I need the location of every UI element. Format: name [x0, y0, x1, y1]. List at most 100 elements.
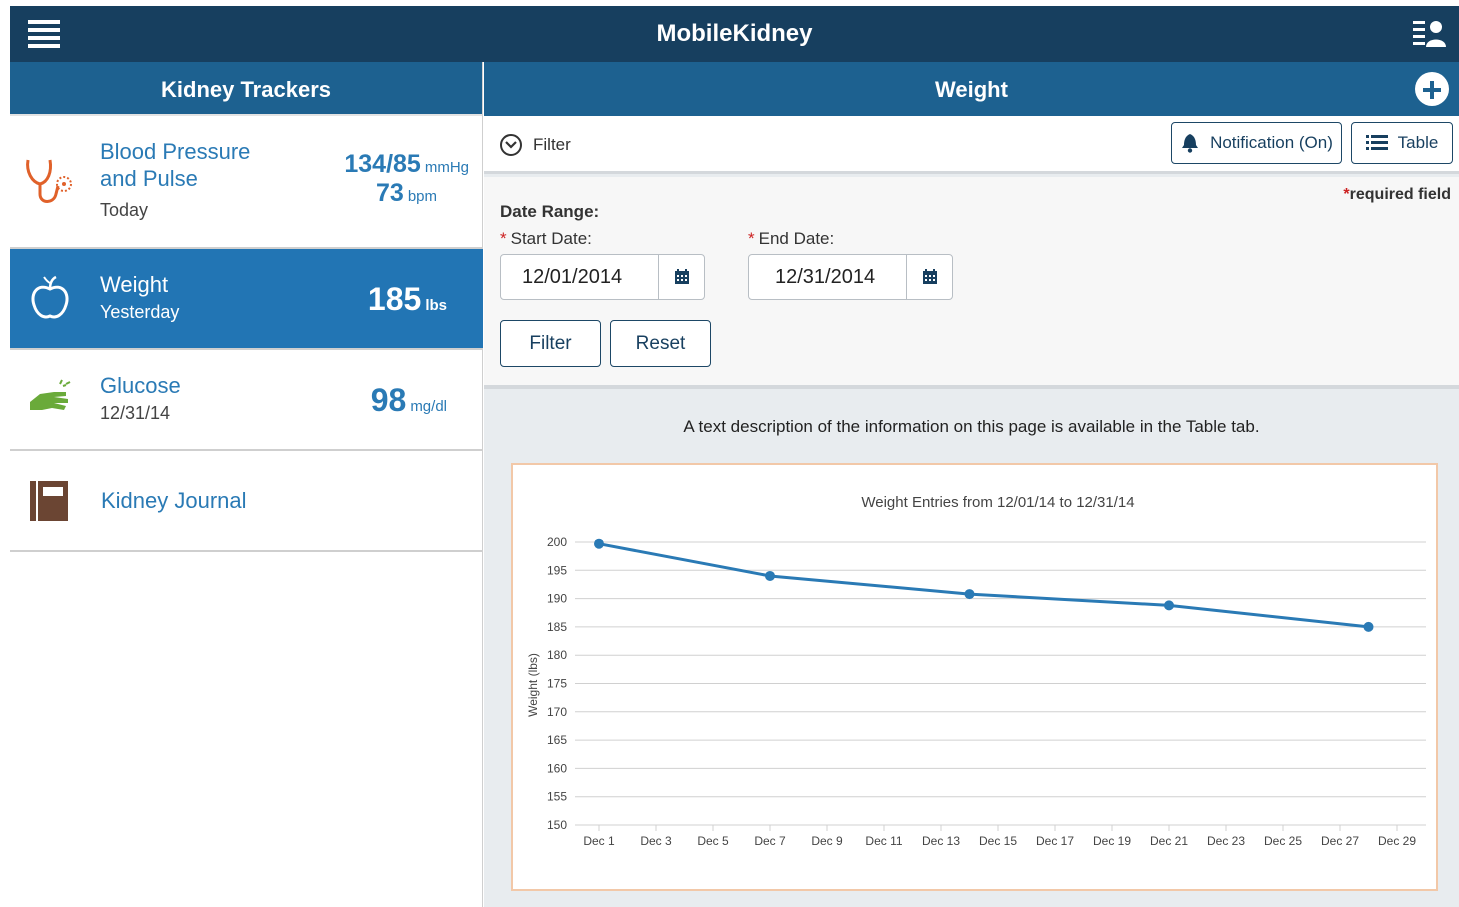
x-tick-label: Dec 15 [979, 834, 1017, 848]
x-tick-label: Dec 3 [640, 834, 672, 848]
x-tick-label: Dec 27 [1321, 834, 1359, 848]
end-date-label-text: End Date: [758, 229, 835, 248]
filter-bar: Filter Notification (On) Table [484, 116, 1459, 174]
y-tick-label: 160 [547, 761, 567, 775]
glucose-value: 98 [370, 382, 407, 418]
apple-icon [24, 273, 80, 329]
filter-button[interactable]: Filter [500, 320, 601, 367]
notification-button[interactable]: Notification (On) [1171, 122, 1342, 164]
end-date-label: * End Date: [748, 229, 834, 249]
tracker-weight[interactable]: Weight Yesterday 185 lbs [10, 249, 483, 350]
data-point [594, 538, 604, 549]
weight-chart: Weight Entries from 12/01/14 to 12/31/14… [511, 463, 1438, 891]
list-icon [1365, 135, 1388, 150]
tracker-value-bp: 134/85 mmHg [344, 150, 469, 179]
app-root: MobileKidney Kidney Trackers Blood Press… [0, 0, 1459, 907]
x-tick-label: Dec 21 [1150, 834, 1188, 848]
bell-icon [1182, 134, 1199, 153]
tracker-glucose[interactable]: Glucose 12/31/14 98 mg/dl [10, 350, 483, 451]
bp-unit: mmHg [424, 159, 469, 176]
weight-chart-svg: Weight Entries from 12/01/14 to 12/31/14… [526, 494, 1426, 848]
chevron-down-icon [500, 134, 522, 156]
y-tick-label: 170 [547, 705, 567, 719]
app-title: MobileKidney [656, 20, 813, 47]
glucose-hand-icon [24, 372, 80, 428]
add-entry-button[interactable] [1415, 72, 1449, 106]
x-tick-label: Dec 1 [583, 834, 615, 848]
y-axis-label: Weight (lbs) [526, 653, 540, 717]
start-date-field [500, 254, 705, 300]
x-tick-label: Dec 9 [811, 834, 843, 848]
required-field-note: *required field [1343, 186, 1451, 204]
table-label: Table [1397, 133, 1439, 152]
tracker-value-pulse: 73 bpm [376, 179, 437, 208]
reset-button[interactable]: Reset [610, 320, 711, 367]
chart-title: Weight Entries from 12/01/14 to 12/31/14 [861, 494, 1134, 511]
y-tick-label: 155 [547, 790, 567, 804]
main-header: Weight [484, 62, 1459, 116]
weight-series-line [598, 542, 1369, 629]
y-tick-label: 180 [547, 648, 567, 662]
page-title: Weight [935, 77, 1008, 102]
journal-book-icon [28, 477, 84, 533]
x-tick-label: Dec 29 [1378, 834, 1416, 848]
tracker-name-glucose: Glucose [100, 373, 181, 398]
tracker-name-bp-line2: and Pulse [100, 166, 198, 191]
end-date-field [748, 254, 953, 300]
x-tick-label: Dec 23 [1207, 834, 1245, 848]
data-point [1363, 621, 1374, 632]
x-tick-label: Dec 11 [865, 834, 902, 848]
x-tick-label: Dec 19 [1093, 834, 1131, 848]
main-panel: Weight Filter Notification (On) Table *r… [484, 62, 1459, 907]
x-tick-label: Dec 25 [1264, 834, 1302, 848]
bp-value: 134/85 [344, 150, 421, 178]
glucose-unit: mg/dl [410, 398, 447, 415]
tracker-name-journal: Kidney Journal [101, 488, 247, 513]
tracker-value-glucose: 98 mg/dl [371, 382, 447, 419]
x-tick-label: Dec 13 [922, 834, 960, 848]
table-tab-button[interactable]: Table [1351, 122, 1453, 164]
calendar-icon[interactable] [906, 255, 952, 299]
table-tab-description: A text description of the information on… [683, 417, 1260, 436]
tracker-sub-glucose: 12/31/14 [100, 403, 171, 423]
stethoscope-icon [24, 154, 80, 210]
notification-label: Notification (On) [1210, 133, 1333, 152]
data-point [964, 589, 975, 600]
tracker-name-weight: Weight [100, 272, 169, 297]
y-tick-label: 150 [547, 818, 567, 832]
tracker-name-bp-line1: Blood Pressure [100, 139, 251, 164]
tracker-sub-bp: Today [100, 200, 149, 220]
filter-toggle-label: Filter [533, 135, 571, 154]
tracker-value-weight: 185 lbs [368, 281, 447, 318]
tracker-kidney-journal[interactable]: Kidney Journal [10, 451, 483, 552]
y-tick-label: 200 [547, 535, 567, 549]
start-date-input[interactable] [501, 255, 658, 299]
x-tick-label: Dec 17 [1036, 834, 1074, 848]
date-range-label: Date Range: [500, 202, 600, 221]
weight-value: 185 [367, 281, 422, 317]
sidebar: Kidney Trackers Blood Pressure and Pulse… [10, 62, 483, 907]
user-list-icon[interactable] [1413, 19, 1447, 49]
start-date-label-text: Start Date: [510, 229, 592, 248]
filter-form: *required field Date Range: * Start Date:… [484, 177, 1459, 389]
pulse-unit: bpm [407, 188, 437, 205]
sidebar-title: Kidney Trackers [10, 62, 482, 116]
calendar-icon[interactable] [658, 255, 704, 299]
x-tick-label: Dec 7 [754, 834, 786, 848]
end-date-input[interactable] [749, 255, 906, 299]
pulse-value: 73 [376, 179, 404, 207]
data-point [1164, 600, 1174, 611]
plus-icon [1423, 81, 1441, 99]
y-tick-label: 165 [547, 733, 567, 747]
data-point [765, 570, 775, 581]
tracker-blood-pressure[interactable]: Blood Pressure and Pulse Today 134/85 mmH… [10, 116, 483, 249]
required-note-text: required field [1349, 186, 1451, 203]
tracker-sub-weight: Yesterday [100, 302, 180, 322]
y-tick-label: 195 [547, 563, 567, 577]
weight-unit: lbs [425, 297, 447, 314]
x-tick-label: Dec 5 [697, 834, 729, 848]
required-mark: * [748, 229, 755, 248]
filter-toggle[interactable]: Filter [500, 132, 571, 158]
top-bar: MobileKidney [10, 6, 1459, 62]
y-tick-label: 185 [547, 620, 567, 634]
